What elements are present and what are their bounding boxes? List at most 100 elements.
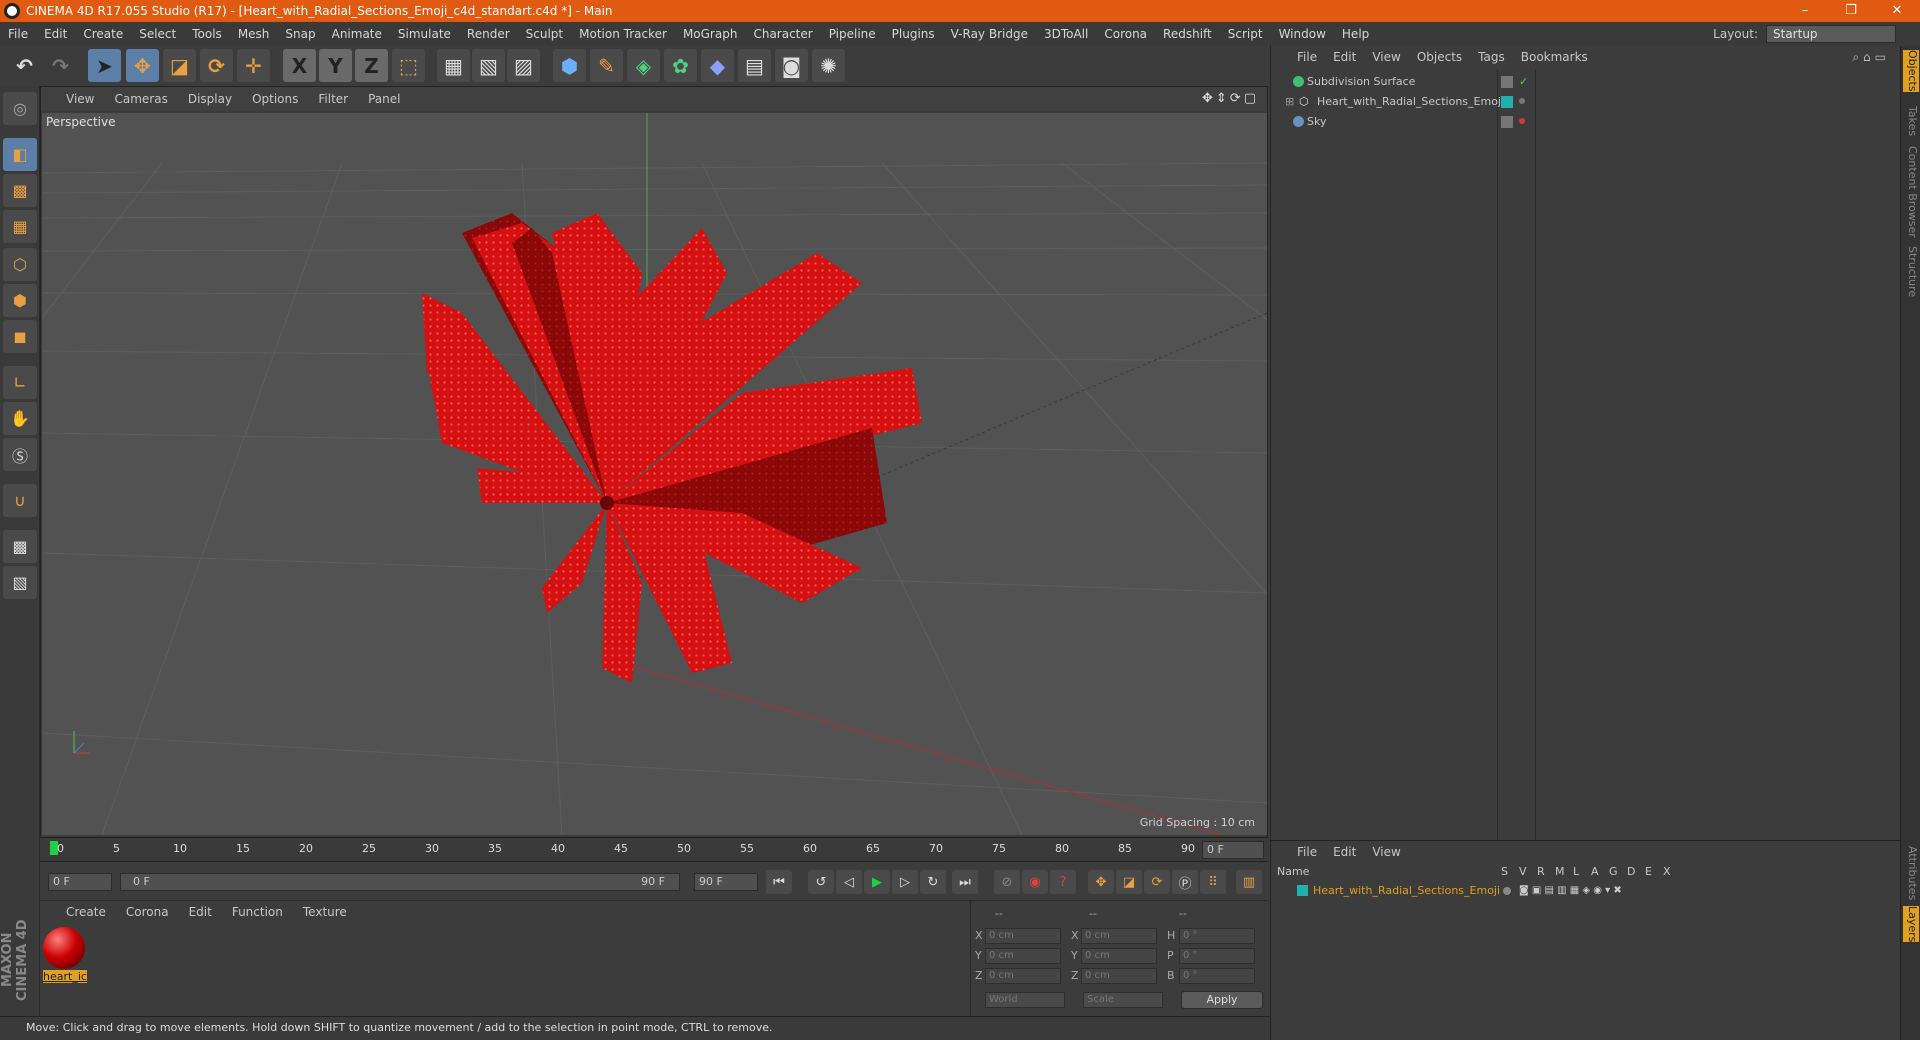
current-frame-field[interactable]: 0 F: [1202, 841, 1264, 859]
model-mode-icon[interactable]: ◧: [3, 138, 37, 171]
polygons-mode-icon[interactable]: ◼: [3, 320, 37, 353]
magnet-icon[interactable]: ∪: [3, 484, 37, 517]
snap-icon[interactable]: Ⓢ: [3, 438, 37, 471]
scale-icon[interactable]: ◪: [163, 49, 196, 82]
editor-visibility-icon[interactable]: [1501, 76, 1513, 88]
subdivision-icon[interactable]: ◈: [627, 49, 660, 82]
planar-workplane-icon[interactable]: ▧: [3, 566, 37, 599]
render-settings-icon[interactable]: ▨: [507, 49, 540, 82]
layer-col-m[interactable]: M: [1555, 865, 1565, 878]
layout-select[interactable]: Startup: [1766, 25, 1896, 43]
coordinate-system-icon[interactable]: ⬚: [392, 49, 425, 82]
pen-spline-icon[interactable]: ✎: [590, 49, 623, 82]
menu-plugins[interactable]: Plugins: [892, 27, 935, 41]
minimize-button[interactable]: –: [1782, 0, 1828, 22]
material-menu-function[interactable]: Function: [232, 905, 283, 919]
menu-sculpt[interactable]: Sculpt: [526, 27, 563, 41]
menu-render[interactable]: Render: [467, 27, 510, 41]
previous-frame-icon[interactable]: ◁: [836, 870, 862, 894]
object-menu-view[interactable]: View: [1372, 50, 1400, 64]
make-editable-icon[interactable]: ◎: [3, 92, 37, 125]
visibility-dot-icon[interactable]: [1519, 118, 1525, 124]
viewport-menu-view[interactable]: View: [66, 92, 94, 106]
size-y-field[interactable]: 0 cm: [1081, 948, 1157, 964]
menu-pipeline[interactable]: Pipeline: [829, 27, 876, 41]
menu-help[interactable]: Help: [1342, 27, 1369, 41]
next-key-icon[interactable]: ↻: [920, 870, 946, 894]
viewport-menu-display[interactable]: Display: [188, 92, 232, 106]
layer-col-e[interactable]: E: [1645, 865, 1652, 878]
layer-col-l[interactable]: L: [1573, 865, 1579, 878]
redo-icon[interactable]: ↷: [44, 49, 77, 82]
timeline-ruler[interactable]: 0 5 10 15 20 25 30 35 40 45 50 55 60 65 …: [40, 838, 1268, 862]
layer-menu-view[interactable]: View: [1372, 845, 1400, 859]
tab-attributes[interactable]: Attributes: [1903, 846, 1919, 900]
tab-structure[interactable]: Structure: [1903, 246, 1919, 297]
object-row[interactable]: ⊞ ⬡ Heart_with_Radial_Sections_Emoji: [1271, 92, 1899, 112]
material-menu-create[interactable]: Create: [66, 905, 106, 919]
expand-icon[interactable]: ⊞: [1285, 92, 1294, 112]
axis-mode-icon[interactable]: ∟: [3, 366, 37, 399]
material-menu-texture[interactable]: Texture: [303, 905, 347, 919]
close-button[interactable]: ✕: [1874, 0, 1920, 22]
menu-3dtoall[interactable]: 3DToAll: [1044, 27, 1088, 41]
layer-col-v[interactable]: V: [1519, 865, 1527, 878]
key-scale-icon[interactable]: ◪: [1116, 870, 1142, 894]
menu-redshift[interactable]: Redshift: [1163, 27, 1212, 41]
menu-script[interactable]: Script: [1228, 27, 1263, 41]
menu-simulate[interactable]: Simulate: [398, 27, 451, 41]
layer-menu-edit[interactable]: Edit: [1333, 845, 1356, 859]
layer-menu-file[interactable]: File: [1297, 845, 1317, 859]
end-frame-field[interactable]: 90 F: [694, 873, 758, 891]
go-to-end-icon[interactable]: ⏭: [952, 870, 978, 894]
locked-workplane-icon[interactable]: ▩: [3, 530, 37, 563]
viewport-canvas[interactable]: Perspective Grid Spacing : 10 cm: [42, 113, 1267, 835]
key-position-icon[interactable]: ✥: [1088, 870, 1114, 894]
menu-create[interactable]: Create: [83, 27, 123, 41]
render-picture-viewer-icon[interactable]: ▧: [472, 49, 505, 82]
viewport-menu-panel[interactable]: Panel: [368, 92, 400, 106]
material-menu-corona[interactable]: Corona: [126, 905, 169, 919]
heart-radial-sections-model[interactable]: [422, 213, 922, 683]
rotation-b-field[interactable]: 0 °: [1179, 968, 1255, 984]
object-menu-edit[interactable]: Edit: [1333, 50, 1356, 64]
previous-key-icon[interactable]: ↺: [808, 870, 834, 894]
tweak-mode-icon[interactable]: ✋: [3, 402, 37, 435]
menu-animate[interactable]: Animate: [332, 27, 382, 41]
size-mode-select[interactable]: Scale: [1083, 992, 1163, 1008]
restore-button[interactable]: ❐: [1828, 0, 1874, 22]
rotate-icon[interactable]: ⟳: [200, 49, 233, 82]
menu-character[interactable]: Character: [753, 27, 812, 41]
viewport-menu-cameras[interactable]: Cameras: [114, 92, 167, 106]
timeline-window-icon[interactable]: ▥: [1236, 870, 1262, 894]
layer-col-d[interactable]: D: [1627, 865, 1635, 878]
texture-mode-icon[interactable]: ▩: [3, 174, 37, 207]
menu-select[interactable]: Select: [139, 27, 176, 41]
z-axis-button[interactable]: Z: [355, 49, 388, 82]
rotation-p-field[interactable]: 0 °: [1179, 948, 1255, 964]
menu-motion-tracker[interactable]: Motion Tracker: [579, 27, 667, 41]
material-swatch[interactable]: heart_ic: [43, 927, 87, 985]
key-parameter-icon[interactable]: Ⓟ: [1172, 870, 1198, 894]
move-icon[interactable]: ✥: [126, 49, 159, 82]
object-menu-bookmarks[interactable]: Bookmarks: [1521, 50, 1588, 64]
object-manager-nav-icons[interactable]: ⌕⌂▭: [1852, 50, 1890, 65]
position-y-field[interactable]: 0 cm: [985, 948, 1061, 964]
play-icon[interactable]: ▶: [864, 870, 890, 894]
layer-col-s[interactable]: S: [1501, 865, 1508, 878]
size-x-field[interactable]: 0 cm: [1081, 928, 1157, 944]
object-row[interactable]: Subdivision Surface ✓: [1271, 72, 1899, 92]
points-mode-icon[interactable]: ⬡: [3, 248, 37, 281]
visibility-dot-icon[interactable]: [1519, 98, 1525, 104]
tab-layers[interactable]: Layers: [1903, 906, 1919, 943]
recent-tool-icon[interactable]: ✛: [237, 49, 270, 82]
layer-col-x[interactable]: X: [1663, 865, 1671, 878]
workplane-icon[interactable]: ▦: [3, 210, 37, 243]
enabled-check-icon[interactable]: ✓: [1519, 72, 1528, 92]
layer-color-icon[interactable]: [1501, 96, 1513, 108]
viewport-menu-filter[interactable]: Filter: [318, 92, 348, 106]
menu-snap[interactable]: Snap: [285, 27, 315, 41]
select-arrow-icon[interactable]: ➤: [88, 49, 121, 82]
menu-file[interactable]: File: [8, 27, 28, 41]
record-keys-icon[interactable]: ⊘: [994, 870, 1020, 894]
